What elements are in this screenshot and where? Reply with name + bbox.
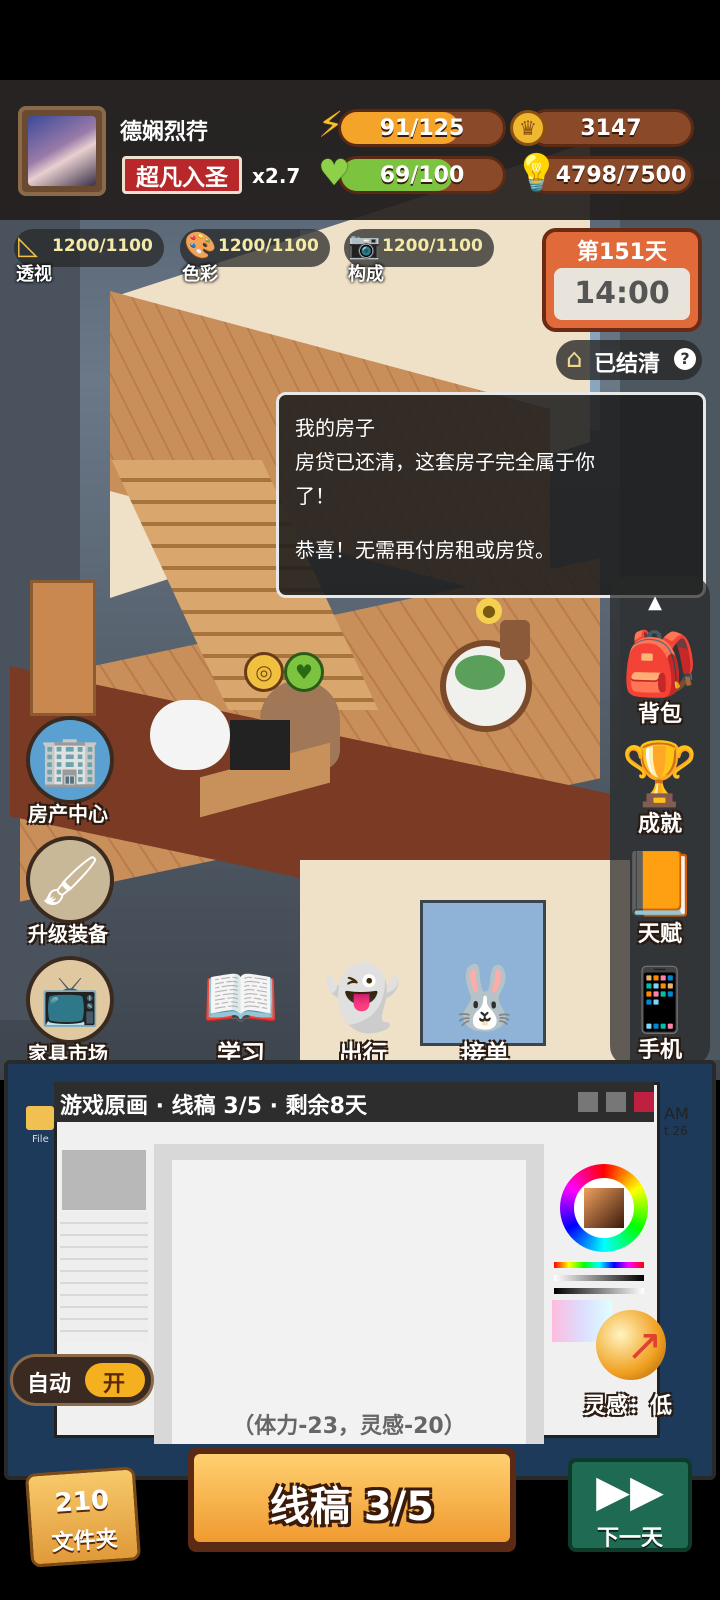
take-order-button[interactable]: 🐰 接单 <box>430 958 540 1069</box>
next-day-button[interactable]: ▶▶ 下一天 <box>568 1458 692 1552</box>
book-icon: 📙 <box>621 847 699 920</box>
clock-time: 14:00 <box>574 276 670 311</box>
lightbulb-icon: 💡 <box>514 153 559 194</box>
backpack-button[interactable]: 🎒 背包 <box>605 624 715 728</box>
auto-state: 开 <box>103 1372 126 1397</box>
dialog-line-1: 房贷已还清，这套房子完全属于你 <box>295 450 595 474</box>
corner-text-1: AM <box>664 1104 689 1123</box>
camera-icon: 📷 <box>348 231 381 261</box>
house-status-text: 已结清 <box>594 352 661 377</box>
palette-icon: 🎨 <box>184 231 217 261</box>
window-close-button[interactable] <box>634 1092 654 1112</box>
folder-small-icon <box>26 1106 54 1130</box>
calendar-widget: 第151天 14:00 <box>542 228 702 332</box>
lightning-icon: ⚡ <box>318 105 344 146</box>
next-day-icon: ▶▶ <box>596 1466 664 1517</box>
study-button[interactable]: 📖 学习 <box>186 958 296 1069</box>
player-avatar[interactable] <box>18 106 106 196</box>
heart-icon: ♥ <box>318 153 351 194</box>
trophy-icon: 🏆 <box>621 737 699 810</box>
folder-label: 文件夹 <box>50 1526 119 1557</box>
help-icon[interactable]: ? <box>674 348 696 370</box>
folder-count: 210 <box>53 1485 111 1519</box>
ghost-icon: 👻 <box>324 961 402 1034</box>
inspiration-level: 灵感：低 <box>584 1394 673 1419</box>
player-name: 德娴烈荇 <box>120 120 209 145</box>
top-status-bar <box>0 80 720 220</box>
multiplier-text: x2.7 <box>252 164 301 188</box>
brush-icon[interactable]: 🖌 <box>26 836 114 924</box>
talent-button[interactable]: 📙 天赋 <box>605 844 715 948</box>
bunny-icon: 🐰 <box>446 961 524 1034</box>
property-center-label: 房产中心 <box>28 802 108 826</box>
ruler-icon: ◺ <box>18 231 38 261</box>
house-icon: ⌂ <box>566 344 583 374</box>
health-bar: 69/100 <box>338 156 506 194</box>
skill-color-label: 色彩 <box>182 264 218 285</box>
coins-value: 3147 <box>580 115 642 141</box>
phone-button[interactable]: 📱 手机 <box>605 960 715 1064</box>
backpack-icon: 🎒 <box>621 627 699 700</box>
trend-arrow-icon: ↗ <box>626 1320 663 1371</box>
right-menu-collapse[interactable]: ▲ <box>640 592 670 613</box>
tv-icon[interactable]: 📺 <box>26 956 114 1044</box>
building-icon[interactable]: 🏢 <box>26 716 114 804</box>
skill-perspective-label: 透视 <box>16 264 52 285</box>
dialog-title: 我的房子 <box>295 416 375 440</box>
auto-toggle[interactable]: 自动 开 <box>10 1354 154 1406</box>
main-action-button[interactable]: 线稿 3/5 <box>188 1448 516 1552</box>
info-dialog[interactable]: 我的房子 房贷已还清，这套房子完全属于你 了！ 恭喜！无需再付房租或房贷。 <box>276 392 706 598</box>
dialog-line-2: 了！ <box>295 484 335 508</box>
energy-value: 91/125 <box>379 115 465 141</box>
health-value: 69/100 <box>379 162 465 188</box>
window-max-button[interactable] <box>606 1092 626 1112</box>
skill-composition-label: 构成 <box>348 264 384 285</box>
saturation-slider[interactable] <box>554 1275 644 1281</box>
dialog-line-3: 恭喜！无需再付房租或房贷。 <box>295 538 555 562</box>
tool-settings-pane <box>60 1212 148 1342</box>
layer-preview <box>62 1150 146 1210</box>
file-label: File <box>32 1134 49 1145</box>
task-cost: （体力-23，灵感-20） <box>232 1414 466 1439</box>
energy-bar: 91/125 <box>338 109 506 147</box>
coin-bubble-icon: ◎ <box>244 652 284 692</box>
task-title-bar: 游戏原画 · 线稿 3/5 · 剩余8天 <box>54 1082 654 1122</box>
achievement-button[interactable]: 🏆 成就 <box>605 734 715 838</box>
coin-icon: ♛ <box>510 110 546 146</box>
coins-bar: 3147 <box>528 109 694 147</box>
window-min-button[interactable] <box>578 1092 598 1112</box>
lightbulb-bubble-icon: ● <box>476 598 502 624</box>
corner-text-2: t 26 <box>664 1124 688 1138</box>
heart-bubble-icon: ♥ <box>284 652 324 692</box>
upgrade-equipment-label: 升级装备 <box>28 922 108 946</box>
travel-button[interactable]: 👻 出行 <box>308 958 418 1069</box>
day-counter: 第151天 <box>577 240 667 265</box>
auto-label: 自动 <box>27 1372 72 1397</box>
next-day-label: 下一天 <box>596 1526 663 1551</box>
player-title-text: 超凡入圣 <box>136 165 228 191</box>
player-title-badge[interactable]: 超凡入圣 <box>122 156 242 194</box>
folder-button[interactable]: 210 文件夹 <box>24 1466 142 1568</box>
hue-slider[interactable] <box>554 1262 644 1268</box>
book-pen-icon: 📖 <box>202 961 280 1034</box>
value-slider[interactable] <box>554 1288 644 1294</box>
color-wheel[interactable] <box>560 1164 648 1252</box>
task-title: 游戏原画 · 线稿 3/5 · 剩余8天 <box>60 1094 367 1119</box>
phone-icon: 📱 <box>621 963 699 1036</box>
main-action-label: 线稿 3/5 <box>269 1484 435 1530</box>
drawing-canvas[interactable] <box>154 1144 544 1444</box>
house-status-badge[interactable]: ⌂ 已结清 ? <box>556 340 702 380</box>
